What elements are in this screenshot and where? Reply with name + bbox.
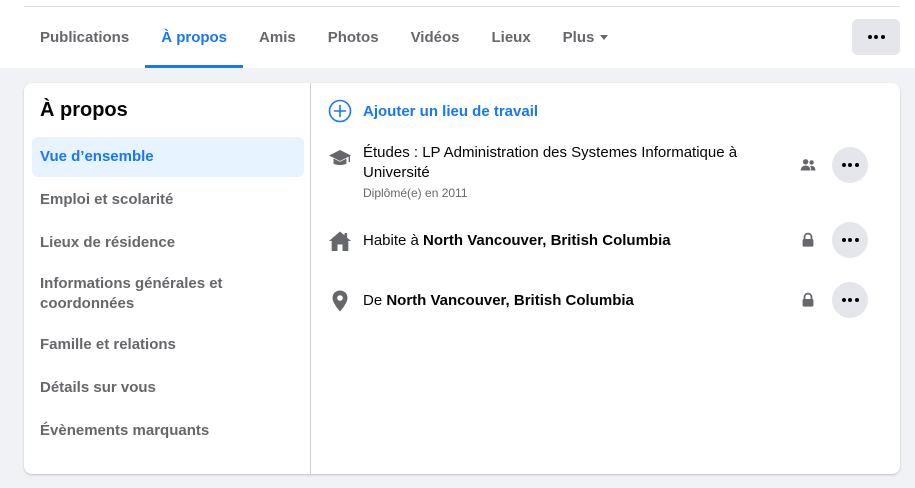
nav-life-events[interactable]: Évènements marquants (32, 411, 304, 451)
tab-label: Amis (259, 29, 296, 46)
current-city-prefix: Habite à (363, 232, 424, 249)
current-city-link[interactable]: North Vancouver, British Columbia (423, 232, 671, 249)
more-icon (841, 163, 859, 167)
friends-icon[interactable] (800, 157, 816, 173)
profile-tabs: Publications À propos Amis Photos Vidéos… (24, 7, 624, 68)
nav-work-education[interactable]: Emploi et scolarité (32, 180, 304, 220)
hometown-text: De North Vancouver, British Columbia (363, 291, 793, 311)
nav-contact-basic-info[interactable]: Informations générales et coordonnées (32, 266, 304, 322)
profile-tab-bar: Publications À propos Amis Photos Vidéos… (0, 0, 915, 68)
tab-label: Plus (562, 29, 595, 46)
about-nav: Vue d’ensemble Emploi et scolarité Lieux… (32, 137, 304, 454)
add-workplace-link[interactable]: Ajouter un lieu de travail (328, 99, 538, 123)
more-icon (841, 298, 859, 302)
about-title: À propos (40, 99, 128, 121)
tab-places[interactable]: Lieux (475, 7, 546, 68)
current-city-options-button[interactable] (832, 222, 868, 258)
tab-label: À propos (161, 29, 228, 46)
lock-icon[interactable] (800, 232, 816, 248)
education-text: Études : LP Administration des Systemes … (363, 143, 793, 201)
tab-more[interactable]: Plus (547, 7, 625, 68)
nav-places-lived[interactable]: Lieux de résidence (32, 223, 304, 263)
nav-family-relationships[interactable]: Famille et relations (32, 325, 304, 365)
about-sidebar: À propos Vue d’ensemble Emploi et scolar… (24, 83, 311, 474)
lock-icon[interactable] (800, 292, 816, 308)
current-city-text: Habite à North Vancouver, British Columb… (363, 231, 793, 251)
hometown-options-button[interactable] (832, 282, 868, 318)
tab-videos[interactable]: Vidéos (395, 7, 476, 68)
more-icon (841, 238, 859, 242)
plus-circle-icon (328, 99, 352, 123)
about-card: À propos Vue d’ensemble Emploi et scolar… (24, 83, 900, 474)
graduation-year: Diplômé(e) en 2011 (363, 186, 468, 200)
about-content: Ajouter un lieu de travail Études : LP A… (312, 83, 900, 474)
add-workplace-label: Ajouter un lieu de travail (363, 102, 539, 120)
tab-label: Publications (40, 29, 130, 46)
more-options-button[interactable] (852, 19, 900, 55)
nav-details-about-you[interactable]: Détails sur vous (32, 368, 304, 408)
caret-down-icon (600, 35, 609, 40)
location-pin-icon (332, 290, 348, 312)
house-icon (329, 231, 351, 251)
tab-publications[interactable]: Publications (24, 7, 145, 68)
tab-label: Photos (327, 29, 379, 46)
education-options-button[interactable] (832, 147, 868, 183)
graduation-cap-icon (329, 150, 351, 165)
tab-label: Vidéos (410, 29, 460, 46)
hometown-prefix: De (363, 292, 387, 309)
hometown-link[interactable]: North Vancouver, British Columbia (386, 292, 634, 309)
tab-about[interactable]: À propos (145, 7, 243, 68)
tab-label: Lieux (491, 29, 531, 46)
more-icon (867, 35, 885, 39)
education-label: Études : LP Administration des Systemes … (363, 144, 738, 181)
tab-friends[interactable]: Amis (243, 7, 312, 68)
nav-overview[interactable]: Vue d’ensemble (32, 137, 304, 177)
tab-photos[interactable]: Photos (312, 7, 395, 68)
